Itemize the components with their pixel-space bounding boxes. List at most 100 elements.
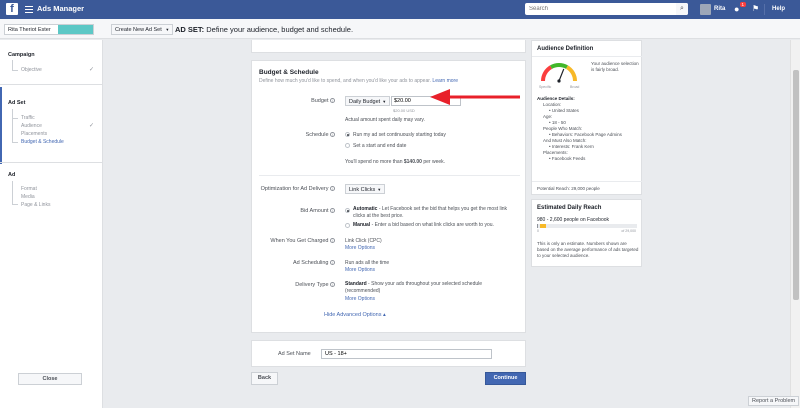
learn-more-link[interactable]: Learn more [432,78,458,84]
facebook-logo-icon[interactable]: f [6,3,18,15]
info-icon[interactable]: i [330,282,335,288]
account-selector[interactable]: Rita Theriot Ester [4,24,94,35]
account-name: Rita Theriot Ester [8,27,51,33]
estimate-disclaimer: This is only an estimate. Numbers shown … [537,241,639,258]
search-input[interactable] [525,3,688,15]
topbar-divider [764,4,765,15]
bid-amount-label-text: Bid Amount [300,208,329,214]
gauge-left-label: Specific [539,85,552,89]
sidebar-item-budget-schedule[interactable]: Budget & Schedule [21,139,64,145]
hamburger-menu-icon[interactable] [25,6,33,13]
scheduling-more-options-link[interactable]: More Options [345,267,375,273]
tree-branch [12,204,18,205]
budget-label: Budget i [311,98,335,104]
sidebar-item-traffic[interactable]: Traffic [21,115,35,121]
previous-section-panel [251,40,526,53]
panel-divider [532,181,643,182]
weekly-spend-note: You'll spend no more than $140.00 per we… [345,159,445,165]
audience-detail-item: • Facebook Feeds [549,156,586,161]
charged-value: Link Click (CPC) [345,238,382,244]
chevron-down-icon: ▼ [382,98,387,104]
sidebar-item-audience[interactable]: Audience [21,123,42,129]
info-icon[interactable]: i [330,208,335,214]
continue-button[interactable]: Continue [485,372,526,385]
delivery-more-options-link[interactable]: More Options [345,296,375,302]
estimated-reach-range: 980 - 2,600 people on Facebook [537,217,609,223]
help-link[interactable]: Help [772,6,785,12]
info-icon[interactable]: i [330,238,335,244]
gauge-right-label: Broad [570,85,579,89]
ad-set-name-label: Ad Set Name [278,351,311,357]
check-icon: ✓ [89,67,95,73]
avatar[interactable] [700,4,711,15]
top-navigation-bar: f Ads Manager ⌕ Rita ● 1 ⚑ Help [0,0,800,19]
flag-icon[interactable]: ⚑ [752,4,759,13]
optimization-select[interactable]: Link Clicks ▼ [345,184,386,194]
notifications-globe-icon[interactable]: ● [734,4,739,14]
ad-scheduling-value: Run ads all the time [345,260,390,266]
section-divider [259,175,520,176]
close-button[interactable]: Close [18,373,82,385]
charged-more-options-link[interactable]: More Options [345,245,375,251]
audience-definition-title: Audience Definition [537,46,594,52]
delivery-type-value: Standard - Show your ads throughout your… [345,281,513,294]
gauge-needle [558,68,565,82]
sidebar-item-objective[interactable]: Objective [21,67,42,73]
create-new-ad-set-label: Create New Ad Set [115,27,162,33]
section-subtitle-text: Define how much you'd like to spend, and… [259,78,432,84]
tree-line [12,181,13,204]
bid-automatic-radio[interactable] [345,208,350,213]
schedule-dates-label[interactable]: Set a start and end date [353,143,406,149]
reach-bar-start-tick [537,224,538,228]
search-icon[interactable]: ⌕ [676,3,688,15]
info-icon[interactable]: i [330,132,335,138]
sidebar-ad-title[interactable]: Ad [8,172,15,178]
bid-manual-label[interactable]: Manual - Enter a bid based on what link … [353,222,518,229]
info-icon[interactable]: i [330,98,335,104]
charged-label: When You Get Charged i [270,238,335,244]
schedule-dates-radio[interactable] [345,143,350,148]
check-icon: ✓ [89,123,95,129]
sidebar-item-media[interactable]: Media [21,194,35,200]
tree-line [12,60,13,70]
ad-set-name-input[interactable] [321,349,492,359]
info-icon[interactable]: i [330,260,335,266]
info-icon[interactable]: i [330,186,335,192]
schedule-label: Schedule i [306,132,335,138]
delivery-type-label: Delivery Type i [295,282,335,288]
weekly-spend-prefix: You'll spend no more than [345,159,404,165]
optimization-label: Optimization for Ad Delivery i [261,186,335,192]
reach-bar-fill [540,224,546,228]
panel-divider [532,56,643,57]
user-name[interactable]: Rita [714,6,725,12]
estimated-reach-panel: Estimated Daily Reach 980 - 2,600 people… [531,199,642,267]
report-a-problem-button[interactable]: Report a Problem [748,396,800,406]
bid-automatic-text: - Let Facebook set the bid that helps yo… [353,206,507,219]
ad-scheduling-label-text: Ad Scheduling [293,260,329,266]
sidebar-item-page-links[interactable]: Page & Links [21,202,50,208]
optimization-label-text: Optimization for Ad Delivery [260,186,329,192]
page-scrollbar[interactable] [790,40,800,408]
arrow-head [430,89,450,105]
bid-manual-radio[interactable] [345,223,350,228]
audience-breadth-text: Your audience selection is fairly broad. [591,61,639,72]
sidebar-adset-title[interactable]: Ad Set [8,100,25,106]
sidebar-item-format[interactable]: Format [21,186,37,192]
sidebar-item-placements[interactable]: Placements [21,131,47,137]
create-new-ad-set-button[interactable]: Create New Ad Set ▼ [111,24,174,35]
app-title[interactable]: Ads Manager [37,4,84,13]
schedule-continuous-radio[interactable] [345,132,350,137]
annotation-arrow [430,89,520,105]
reach-scale-min: 0 [537,229,539,233]
scrollbar-thumb[interactable] [793,70,799,300]
sidebar-campaign-title[interactable]: Campaign [8,52,35,58]
budget-type-select[interactable]: Daily Budget ▼ [345,96,391,106]
section-title: Budget & Schedule [259,69,319,76]
bid-automatic-label[interactable]: Automatic - Let Facebook set the bid tha… [353,206,518,219]
gauge-red-segment [540,65,553,82]
back-button[interactable]: Back [251,372,278,385]
weekly-spend-suffix: per week. [421,159,446,165]
hide-advanced-options-link[interactable]: Hide Advanced Options ▴ [324,312,386,318]
actual-spend-note: Actual amount spent daily may vary. [345,117,425,123]
schedule-continuous-label[interactable]: Run my ad set continuously starting toda… [353,132,446,138]
